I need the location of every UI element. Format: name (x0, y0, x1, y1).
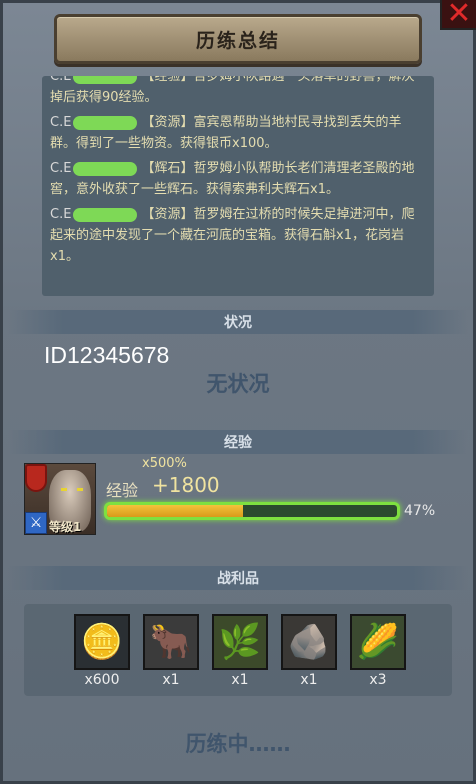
exp-gain: +1800 (152, 473, 220, 497)
shield-icon (25, 464, 47, 492)
loot-item[interactable]: 🌿 x1 (212, 614, 268, 694)
sword-icon: ⚔ (25, 512, 47, 534)
loot-item[interactable]: 🌽 x3 (350, 614, 406, 694)
hero-avatar[interactable]: ⚔ 等级1 (24, 463, 96, 535)
log-actor: C.E (50, 207, 72, 222)
loot-quantity: x1 (300, 672, 318, 688)
silver-coin-icon: 🪙 (74, 614, 130, 670)
exp-percent: 47% (404, 503, 436, 519)
loot-quantity: x600 (84, 672, 120, 688)
hero-eye (61, 488, 67, 491)
loot-item[interactable]: 🪨 x1 (281, 614, 337, 694)
corn-icon: 🌽 (350, 614, 406, 670)
hero-level: 等级1 (49, 520, 82, 534)
experience-section-label: 经验 (224, 435, 252, 451)
redaction-bar (73, 115, 138, 130)
log-actor: C.E (50, 115, 72, 130)
log-actor: C.E (50, 161, 72, 176)
close-x-icon[interactable]: ✕ (440, 0, 476, 30)
redaction-bar (73, 207, 138, 222)
loot-section-header: 战利品 (8, 566, 468, 590)
training-status: 历练中…… (185, 732, 291, 756)
id-overlay: ID12345678 (44, 342, 170, 368)
log-entry: C.E 【资源】富宾恩帮助当地村民寻找到丢失的羊群。得到了一些物资。获得银币x10… (50, 112, 426, 154)
redaction-bar (73, 161, 138, 176)
exp-progress-bar (104, 502, 400, 520)
exp-label: 经验 (106, 481, 139, 500)
loot-quantity: x1 (231, 672, 249, 688)
loot-section-label: 战利品 (217, 571, 259, 587)
title-plate: 历练总结 (54, 14, 422, 64)
experience-section-header: 经验 (8, 430, 468, 454)
status-text: 无状况 (206, 372, 270, 396)
exp-multiplier: x500% (142, 456, 187, 471)
hero-eye (77, 488, 83, 491)
log-entry: C.E 【经验】哲罗姆小队路遇一头落单的野兽，解决掉后获得90经验。 (50, 76, 426, 108)
log-entry: C.E 【辉石】哲罗姆小队帮助长老们清理老圣殿的地窖，意外收获了一些辉石。获得索弗… (50, 158, 426, 200)
loot-item[interactable]: 🪙 x600 (74, 614, 130, 694)
granite-rock-icon: 🪨 (281, 614, 337, 670)
log-entry: C.E 【资源】哲罗姆在过桥的时候失足掉进河中，爬起来的途中发现了一个藏在河底的宝… (50, 204, 426, 267)
loot-quantity: x1 (162, 672, 180, 688)
loot-quantity: x3 (369, 672, 387, 688)
event-log[interactable]: C.E 【经验】哲罗姆小队路遇一头落单的野兽，解决掉后获得90经验。 C.E 【资源… (42, 76, 434, 296)
herb-grass-icon: 🌿 (212, 614, 268, 670)
horned-skull-icon: 🐂 (143, 614, 199, 670)
window-title: 历练总结 (195, 29, 280, 52)
redaction-bar (73, 76, 138, 84)
status-section-label: 状况 (224, 315, 252, 331)
exp-progress-fill (107, 505, 244, 517)
status-section-header: 状况 (8, 310, 468, 334)
log-actor: C.E (50, 76, 72, 84)
loot-item[interactable]: 🐂 x1 (143, 614, 199, 694)
loot-row: 🪙 x600 🐂 x1 🌿 x1 🪨 x1 🌽 x3 (74, 614, 406, 694)
